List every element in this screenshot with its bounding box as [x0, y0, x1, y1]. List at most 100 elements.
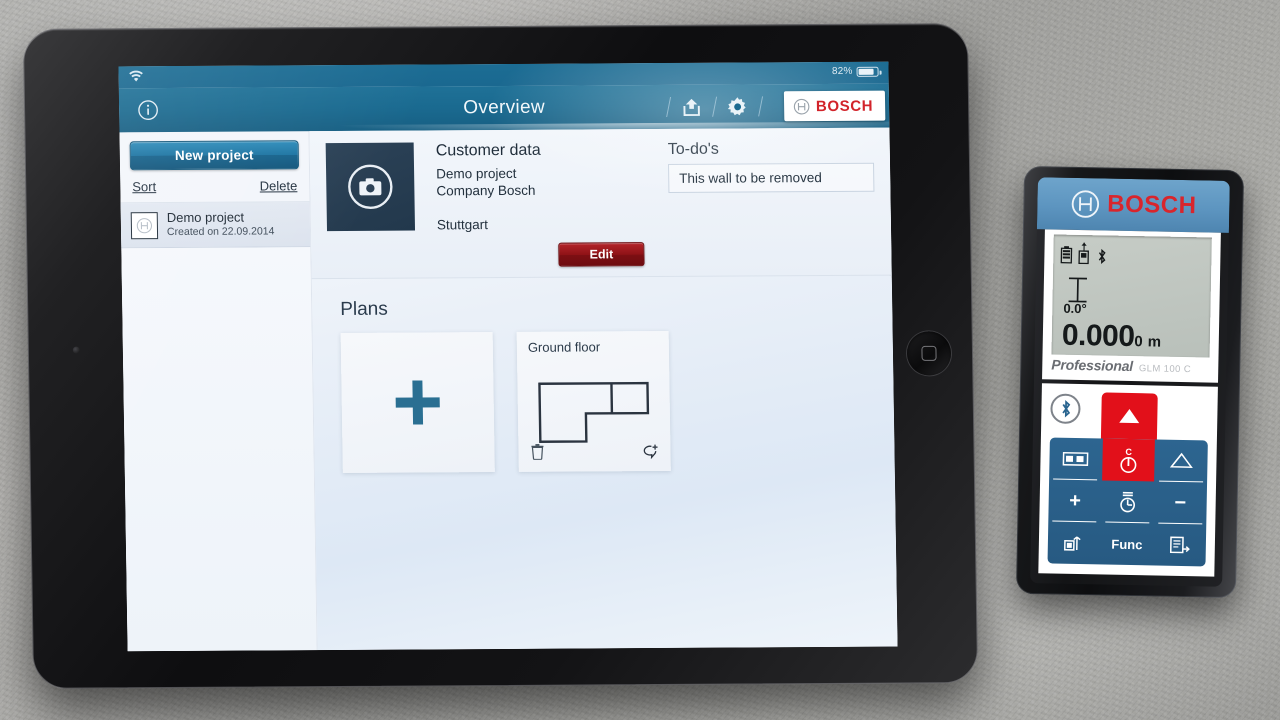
func-label: Func — [1111, 536, 1143, 552]
divider — [757, 96, 763, 117]
bosch-logo-icon — [793, 98, 810, 114]
divider — [711, 96, 717, 117]
camera-icon — [348, 164, 393, 209]
lcd-status-row — [1060, 242, 1108, 265]
project-thumbnail — [130, 211, 159, 239]
tablet-screen: 82% Overview BOSCH New project Sort Dele… — [118, 61, 898, 652]
device-wordmark: BOSCH — [1107, 190, 1197, 220]
device-model-label: GLM 100 C — [1138, 363, 1192, 376]
plan-name: Ground floor — [527, 339, 601, 355]
device-keypad-panel: C + − Func — [1038, 383, 1218, 577]
bosch-logo-icon — [1071, 190, 1100, 218]
plan-card[interactable]: Ground floor — [516, 330, 671, 472]
edit-button-row: Edit — [327, 241, 875, 268]
angle-button[interactable] — [1154, 439, 1207, 483]
navbar-actions: BOSCH — [657, 84, 890, 129]
delete-button[interactable]: Delete — [260, 178, 298, 193]
memory-button[interactable] — [1153, 523, 1206, 566]
app-body: New project Sort Delete Demo project Cre… — [119, 127, 898, 652]
customer-line-1: Demo project — [436, 165, 517, 182]
project-photo-placeholder[interactable] — [325, 142, 416, 232]
battery-percent-label: 82% — [831, 65, 853, 77]
bosch-brand-tab[interactable]: BOSCH — [783, 90, 886, 122]
minus-button[interactable]: − — [1154, 481, 1207, 525]
new-project-button[interactable]: New project — [129, 140, 300, 171]
front-camera — [72, 346, 80, 354]
customer-line-2: Company Bosch — [436, 183, 536, 199]
stakeout-button[interactable] — [1048, 521, 1101, 564]
plan-card-tools — [518, 443, 670, 465]
plus-icon — [395, 380, 440, 425]
tablet-device: 82% Overview BOSCH New project Sort Dele… — [22, 23, 979, 689]
plans-title: Plans — [340, 298, 388, 320]
bosch-wordmark: BOSCH — [815, 97, 874, 115]
project-detail-content: Customer data Demo project Company Bosch… — [309, 127, 898, 651]
project-item-text: Demo project Created on 22.09.2014 — [167, 210, 275, 239]
plus-button[interactable]: + — [1048, 479, 1101, 523]
bluetooth-button[interactable] — [1050, 393, 1081, 425]
svg-text:C: C — [1125, 447, 1132, 457]
device-brand-header: BOSCH — [1036, 177, 1230, 233]
todos-title: To-do's — [667, 140, 719, 158]
gear-icon[interactable] — [726, 95, 749, 118]
battery-status: 82% — [832, 66, 879, 77]
plans-section: Plans Ground floor — [312, 275, 898, 650]
measure-reference-icon — [1078, 242, 1089, 265]
project-created-date: Created on 22.09.2014 — [166, 225, 275, 238]
func-button[interactable]: Func — [1100, 522, 1153, 565]
bosch-measuring-master-app: 82% Overview BOSCH New project Sort Dele… — [118, 61, 898, 652]
plan-card-list: Ground floor — [340, 330, 867, 473]
add-plan-card[interactable] — [340, 331, 495, 473]
customer-data-block: Customer data Demo project Company Bosch… — [436, 141, 647, 233]
lcd-distance-readout: 0.000 0 m — [1061, 318, 1162, 354]
todo-item[interactable]: This wall to be removed — [668, 162, 875, 193]
edit-button[interactable]: Edit — [558, 241, 645, 267]
stakeout-icon — [1064, 536, 1081, 551]
angle-icon — [1169, 452, 1193, 468]
project-list-item[interactable]: Demo project Created on 22.09.2014 — [120, 202, 311, 249]
timer-button[interactable] — [1101, 480, 1154, 524]
sidebar-toolbar: Sort Delete — [120, 169, 310, 204]
sort-button[interactable]: Sort — [132, 179, 156, 194]
battery-icon — [856, 66, 879, 77]
lcd-distance-unit: m — [1147, 333, 1162, 351]
power-icon: C — [1120, 447, 1137, 473]
share-icon[interactable] — [680, 95, 703, 118]
app-navbar: Overview BOSCH — [118, 83, 890, 133]
trash-icon[interactable] — [530, 443, 544, 465]
plus-label: + — [1068, 489, 1082, 512]
project-summary-panel: Customer data Demo project Company Bosch… — [309, 127, 892, 279]
home-button[interactable] — [906, 331, 952, 376]
keypad-top-row — [1050, 391, 1209, 440]
device-display-panel: 0.0° 0.000 0 m Professional GLM 100 C — [1042, 229, 1221, 383]
measure-triangle-icon — [1119, 408, 1140, 424]
floorplan-thumbnail — [538, 381, 650, 443]
summary-grid: Customer data Demo project Company Bosch… — [325, 140, 875, 234]
lcd-angle-value: 0.0° — [1063, 300, 1087, 317]
area-icon — [1062, 451, 1089, 466]
divider — [665, 96, 671, 117]
device-professional-row: Professional GLM 100 C — [1042, 356, 1218, 375]
bluetooth-icon — [1098, 248, 1106, 264]
device-front: BOSCH 0.0° 0.000 0 m Professional GLM 10… — [1030, 177, 1230, 587]
bosch-logo-icon — [136, 217, 153, 233]
bosch-glm-laser-measure: BOSCH 0.0° 0.000 0 m Professional GLM 10… — [1015, 165, 1245, 599]
area-volume-button[interactable] — [1049, 437, 1102, 481]
projects-sidebar: New project Sort Delete Demo project Cre… — [119, 131, 318, 652]
timer-icon — [1120, 491, 1136, 513]
memory-icon — [1169, 536, 1190, 554]
keypad-grid: C + − Func — [1047, 437, 1208, 567]
vertical-ruler-icon — [1068, 277, 1087, 303]
wifi-icon — [129, 70, 143, 82]
bluetooth-icon — [1061, 399, 1070, 418]
measure-button[interactable] — [1100, 392, 1158, 440]
lcd-distance-main: 0.000 — [1061, 318, 1135, 354]
sidebar-empty-area — [121, 247, 317, 652]
clear-power-button[interactable]: C — [1101, 438, 1156, 482]
battery-icon — [1060, 246, 1073, 264]
professional-label: Professional — [1051, 356, 1134, 375]
project-name: Demo project — [166, 209, 245, 226]
add-comment-icon[interactable] — [640, 443, 658, 464]
minus-label: − — [1174, 491, 1187, 514]
